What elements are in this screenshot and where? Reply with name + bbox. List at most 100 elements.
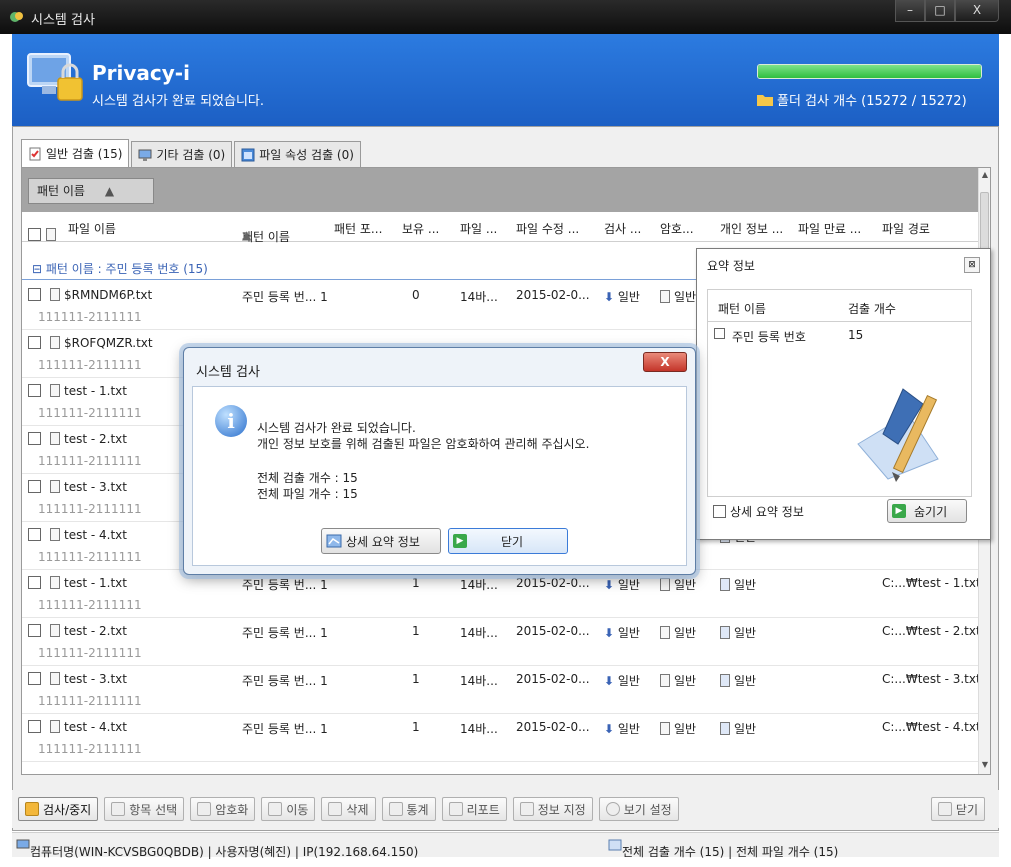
stats-button[interactable]: 통계 <box>381 797 436 821</box>
close-window-button[interactable]: X <box>955 0 999 22</box>
col-modified[interactable]: 파일 수정 ... <box>516 220 579 237</box>
group-chip-label: 패턴 이름 <box>37 184 85 198</box>
row-checkbox[interactable] <box>28 288 41 301</box>
col-pattern-count[interactable]: 패턴 포... <box>334 220 382 237</box>
text-file-icon <box>50 672 60 685</box>
tab-general-detect[interactable]: 일반 검출 (15) <box>21 139 130 167</box>
group-chip-pattern[interactable]: 패턴 이름 ▲ <box>28 178 154 204</box>
text-file-icon <box>50 624 60 637</box>
table-row[interactable]: test - 3.txt 주민 등록 번... 1 1 14바... 2015-02-0… <box>22 666 981 714</box>
text-file-icon <box>50 432 60 445</box>
row-checkbox[interactable] <box>28 432 41 445</box>
folder-count-text: 폴더 검사 개수 (15272 / 15272) <box>777 94 967 109</box>
hide-summary-button[interactable]: ▶ 숨기기 <box>887 499 967 523</box>
move-button[interactable]: 이동 <box>261 797 316 821</box>
table-row[interactable]: test - 1.txt 주민 등록 번... 1 1 14바... 2015-02-0… <box>22 570 981 618</box>
summary-col-pattern[interactable]: 패턴 이름 <box>718 300 766 317</box>
info-assign-button[interactable]: 정보 지정 <box>512 797 593 821</box>
scroll-down-icon[interactable]: ▼ <box>979 760 991 769</box>
col-privacy[interactable]: 개인 정보 ... <box>720 220 783 237</box>
row-checkbox[interactable] <box>28 720 41 733</box>
modified-cell: 2015-02-0... <box>516 288 590 302</box>
group-label: 패턴 이름 : 주민 등록 번호 (15) <box>45 262 208 276</box>
row-checkbox[interactable] <box>28 576 41 589</box>
scan-status-text: 시스템 검사가 완료 되었습니다. <box>92 94 265 109</box>
pattern-cell: 주민 등록 번... 1 <box>242 624 328 641</box>
checkbox-cell <box>28 336 41 350</box>
select-items-button[interactable]: 항목 선택 <box>104 797 185 821</box>
summary-detail-toggle[interactable]: 상세 요약 정보 <box>713 503 804 520</box>
report-icon <box>608 839 622 851</box>
path-cell-text: C:...₩test - 2.txt <box>882 624 981 638</box>
arrow-down-icon: ⬇ <box>604 578 615 592</box>
row-checkbox[interactable] <box>28 336 41 349</box>
col-hold[interactable]: 보유 ... <box>402 220 439 237</box>
checkbox-cell <box>28 720 41 734</box>
tab-other-detect[interactable]: 기타 검출 (0) <box>131 141 233 167</box>
encrypt-button[interactable]: 암호화 <box>190 797 256 821</box>
modified-cell-text: 2015-02-0... <box>516 624 590 638</box>
report-button[interactable]: 리포트 <box>441 797 507 821</box>
minimize-button[interactable]: – <box>895 0 925 22</box>
tab-label: 일반 검출 (15) <box>46 147 123 161</box>
toolbar-close-button[interactable]: 닫기 <box>930 797 985 821</box>
pattern-cell: 주민 등록 번... 1 <box>242 576 328 593</box>
list-icon <box>720 674 730 687</box>
summary-close-icon[interactable]: ⊠ <box>964 257 980 273</box>
arrow-right-icon: ▶ <box>453 534 467 548</box>
col-encrypt[interactable]: 암호... <box>660 220 694 237</box>
table-row[interactable]: test - 2.txt 주민 등록 번... 1 1 14바... 2015-02-0… <box>22 618 981 666</box>
tab-file-attr-detect[interactable]: 파일 속성 검출 (0) <box>234 141 361 167</box>
row-checkbox[interactable] <box>28 624 41 637</box>
privacy-cell-text: 일반 <box>734 722 757 736</box>
encrypt-cell-text: 일반 <box>674 674 697 688</box>
summary-col-count[interactable]: 검출 개수 <box>848 300 896 317</box>
scan-stop-button[interactable]: 검사/중지 <box>18 797 99 821</box>
file-name: $ROFQMZR.txt <box>64 336 153 350</box>
pattern-cell-text: 주민 등록 번... 1 <box>242 290 328 304</box>
file-name-cell: test - 3.txt <box>46 480 127 494</box>
hold-cell-text: 1 <box>412 576 420 590</box>
dialog-body: i 시스템 검사가 완료 되었습니다. 개인 정보 보호를 위해 검출된 파일은… <box>192 386 687 566</box>
list-icon <box>720 626 730 639</box>
summary-title: 요약 정보 <box>707 259 755 273</box>
col-expiry[interactable]: 파일 만료 ... <box>798 220 861 237</box>
delete-button[interactable]: 삭제 <box>321 797 376 821</box>
row-checkbox[interactable] <box>28 672 41 685</box>
path-cell-text: C:...₩test - 3.txt <box>882 672 981 686</box>
text-file-icon <box>50 336 60 349</box>
summary-row[interactable]: 주민 등록 번호 15 <box>708 324 971 346</box>
table-row[interactable]: test - 4.txt 주민 등록 번... 1 1 14바... 2015-02-0… <box>22 714 981 762</box>
info-icon: i <box>215 405 247 437</box>
row-checkbox[interactable] <box>28 528 41 541</box>
checkbox-cell <box>28 624 41 638</box>
detected-value: 111111-2111111 <box>38 502 142 516</box>
stats-label: 통계 <box>406 802 429 817</box>
scroll-up-icon[interactable]: ▲ <box>979 170 991 179</box>
doc-icon <box>660 722 670 735</box>
collapse-icon[interactable]: ⊟ <box>32 262 42 276</box>
col-file-name[interactable]: 파일 이름 <box>68 220 116 237</box>
chart-icon <box>388 802 403 816</box>
scan-cell-text: 일반 <box>617 626 640 640</box>
view-settings-button[interactable]: 보기 설정 <box>598 797 679 821</box>
summary-panel: 요약 정보 ⊠ 패턴 이름 검출 개수 주민 등록 번호 15 상세 요약 정보… <box>696 248 991 540</box>
modified-cell-text: 2015-02-0... <box>516 672 590 686</box>
scan-cell: ⬇ 일반 <box>604 624 640 641</box>
col-path[interactable]: 파일 경로 <box>882 220 930 237</box>
col-scan[interactable]: 검사 ... <box>604 220 641 237</box>
detail-summary-button[interactable]: 상세 요약 정보 <box>321 528 441 554</box>
maximize-button[interactable]: □ <box>925 0 955 22</box>
scan-progress-bar <box>757 64 982 79</box>
col-file-size[interactable]: 파일 ... <box>460 220 497 237</box>
detected-value: 111111-2111111 <box>38 310 142 324</box>
row-checkbox[interactable] <box>28 384 41 397</box>
file-name: $RMNDM6P.txt <box>64 288 153 302</box>
privacy-cell: 일반 <box>720 624 756 641</box>
doc-icon <box>660 674 670 687</box>
dialog-ok-close-button[interactable]: ▶ 닫기 <box>448 528 568 554</box>
dialog-close-button[interactable]: X <box>643 352 687 372</box>
row-checkbox[interactable] <box>28 480 41 493</box>
detected-value: 111111-2111111 <box>38 598 142 612</box>
privacy-cell-text: 일반 <box>734 626 757 640</box>
